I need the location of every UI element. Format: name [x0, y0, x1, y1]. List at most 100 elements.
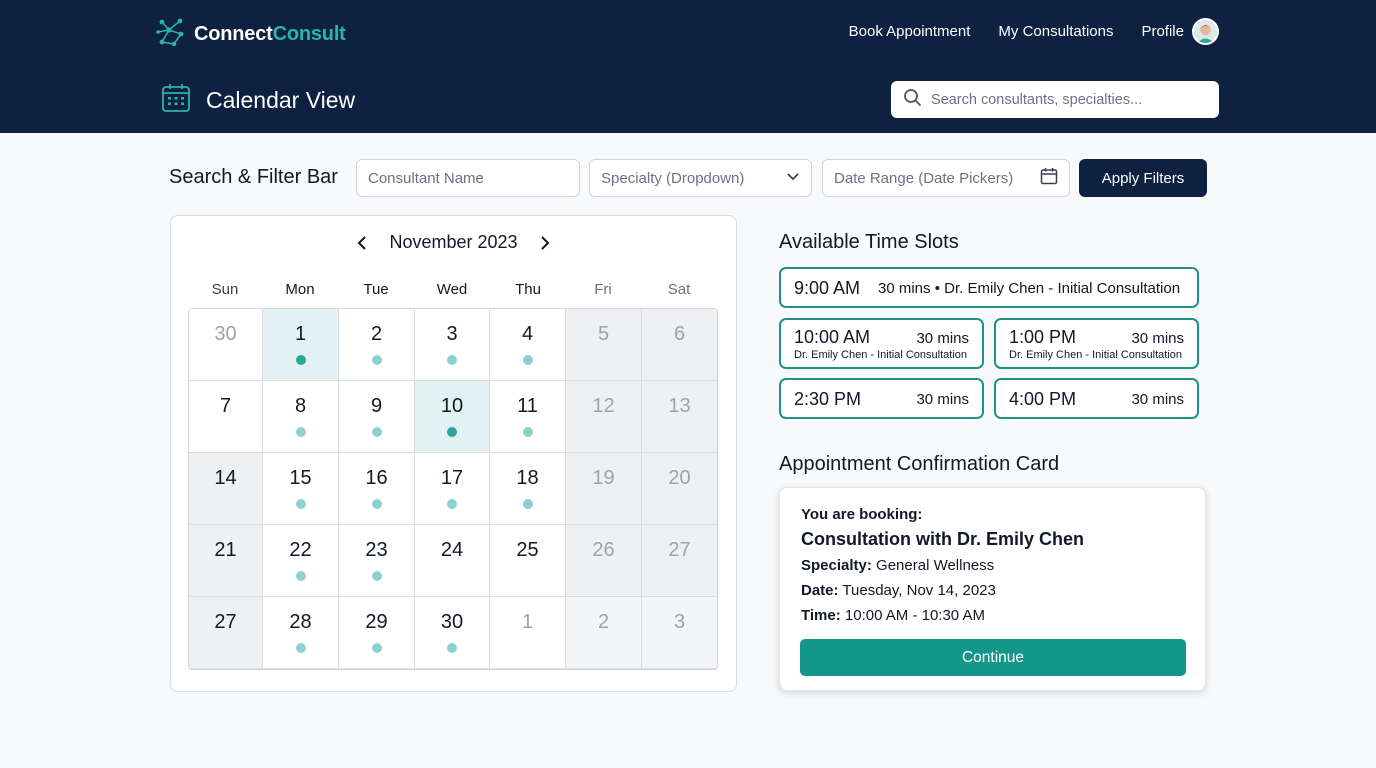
day-cell[interactable]: 16: [339, 453, 415, 525]
day-number: 21: [214, 539, 237, 561]
weekday-sat: Sat: [667, 281, 691, 298]
day-number: 9: [370, 395, 383, 417]
day-number: 6: [673, 323, 686, 345]
day-number: 13: [668, 395, 691, 417]
day-cell[interactable]: 2: [339, 309, 415, 381]
brand-logo[interactable]: ConnectConsult: [156, 16, 346, 53]
day-number: 22: [289, 539, 312, 561]
calendar-grid: 30 1 2 3 4 5 6 7 8 9 10 11 12 13 14 15 1…: [188, 308, 718, 670]
confirmation-title: Appointment Confirmation Card: [779, 453, 1060, 475]
slot-duration: 30 mins: [1131, 330, 1184, 347]
day-cell[interactable]: 27: [189, 597, 263, 669]
day-cell[interactable]: 5: [566, 309, 642, 381]
day-cell[interactable]: 24: [415, 525, 490, 597]
day-cell[interactable]: 18: [490, 453, 566, 525]
time-slot-1300[interactable]: 1:00 PM 30 mins Dr. Emily Chen - Initial…: [994, 318, 1199, 369]
day-cell[interactable]: 17: [415, 453, 490, 525]
day-cell[interactable]: 12: [566, 381, 642, 453]
day-cell[interactable]: 30: [415, 597, 490, 669]
weekday-tue: Tue: [363, 281, 389, 298]
apply-filters-button[interactable]: Apply Filters: [1079, 159, 1207, 197]
day-number: 12: [592, 395, 615, 417]
day-cell[interactable]: 4: [490, 309, 566, 381]
day-number: 26: [592, 539, 615, 561]
booking-heading: Consultation with Dr. Emily Chen: [801, 529, 1085, 549]
specialty-value: General Wellness: [876, 557, 995, 574]
day-cell[interactable]: 19: [566, 453, 642, 525]
day-cell[interactable]: 3: [642, 597, 717, 669]
weekday-thu: Thu: [515, 281, 541, 298]
day-cell[interactable]: 14: [189, 453, 263, 525]
day-cell[interactable]: 10: [415, 381, 490, 453]
slot-duration: 30 mins: [916, 330, 969, 347]
day-number: 18: [516, 467, 539, 489]
availability-dot: [447, 643, 457, 653]
day-number: 25: [516, 539, 539, 561]
time-slot-1430[interactable]: 2:30 PM 30 mins: [779, 378, 984, 419]
day-number: 7: [219, 395, 232, 417]
day-cell[interactable]: 23: [339, 525, 415, 597]
availability-dot: [447, 355, 457, 365]
day-cell[interactable]: 2: [566, 597, 642, 669]
nav-profile[interactable]: Profile: [1141, 18, 1219, 45]
day-cell[interactable]: 27: [642, 525, 717, 597]
day-cell[interactable]: 6: [642, 309, 717, 381]
search-icon: [903, 88, 922, 112]
day-number: 5: [597, 323, 610, 345]
specialty-dropdown[interactable]: Specialty (Dropdown): [589, 159, 812, 197]
weekday-fri: Fri: [594, 281, 612, 298]
day-cell[interactable]: 30: [189, 309, 263, 381]
day-number: 8: [294, 395, 307, 417]
month-navigation: November 2023: [170, 232, 737, 253]
day-number: 19: [592, 467, 615, 489]
day-cell[interactable]: 15: [263, 453, 339, 525]
day-cell[interactable]: 13: [642, 381, 717, 453]
day-cell[interactable]: 3: [415, 309, 490, 381]
day-cell[interactable]: 28: [263, 597, 339, 669]
day-cell[interactable]: 21: [189, 525, 263, 597]
day-number: 2: [597, 611, 610, 633]
day-cell[interactable]: 8: [263, 381, 339, 453]
slot-consultant: Dr. Emily Chen - Initial Consultation: [1009, 349, 1183, 361]
availability-dot: [522, 355, 533, 365]
day-cell[interactable]: 11: [490, 381, 566, 453]
time-label: Time:: [801, 607, 841, 624]
slot-consultant: Dr. Emily Chen - Initial Consultation: [794, 349, 968, 361]
next-month-button[interactable]: [538, 235, 552, 251]
day-cell[interactable]: 29: [339, 597, 415, 669]
availability-dot: [447, 427, 457, 437]
time-slot-1600[interactable]: 4:00 PM 30 mins: [994, 378, 1199, 419]
booking-time: Time: 10:00 AM - 10:30 AM: [801, 607, 985, 624]
prev-month-button[interactable]: [355, 235, 369, 251]
day-number: 3: [446, 323, 458, 345]
consultant-name-input[interactable]: Consultant Name: [356, 159, 580, 197]
day-cell[interactable]: 1: [490, 597, 566, 669]
nav-my-consultations[interactable]: My Consultations: [998, 23, 1113, 40]
nav-book-appointment[interactable]: Book Appointment: [849, 23, 971, 40]
day-cell[interactable]: 26: [566, 525, 642, 597]
day-cell[interactable]: 25: [490, 525, 566, 597]
time-slot-900[interactable]: 9:00 AM 30 mins • Dr. Emily Chen - Initi…: [779, 267, 1199, 308]
day-cell[interactable]: 20: [642, 453, 717, 525]
time-slot-1000[interactable]: 10:00 AM 30 mins Dr. Emily Chen - Initia…: [779, 318, 984, 369]
availability-dot: [522, 499, 533, 509]
day-cell[interactable]: 22: [263, 525, 339, 597]
availability-dot: [295, 427, 306, 437]
filter-bar-title: Search & Filter Bar: [169, 166, 338, 188]
availability-dot: [295, 355, 306, 365]
brand-name: ConnectConsult: [194, 23, 346, 45]
day-number: 30: [214, 323, 237, 345]
specialty-dropdown-label: Specialty (Dropdown): [601, 169, 745, 187]
availability-dot: [295, 571, 306, 581]
main-nav: Book Appointment My Consultations Profil…: [821, 18, 1219, 45]
day-cell[interactable]: 7: [189, 381, 263, 453]
date-range-picker[interactable]: Date Range (Date Pickers): [822, 159, 1070, 197]
continue-button[interactable]: Continue: [800, 639, 1186, 676]
day-cell[interactable]: 1: [263, 309, 339, 381]
global-search[interactable]: [891, 81, 1219, 118]
day-cell[interactable]: 9: [339, 381, 415, 453]
consultant-name-placeholder: Consultant Name: [368, 169, 484, 187]
avatar[interactable]: [1192, 18, 1219, 45]
search-input[interactable]: [931, 91, 1201, 108]
weekday-sun: Sun: [211, 281, 239, 298]
